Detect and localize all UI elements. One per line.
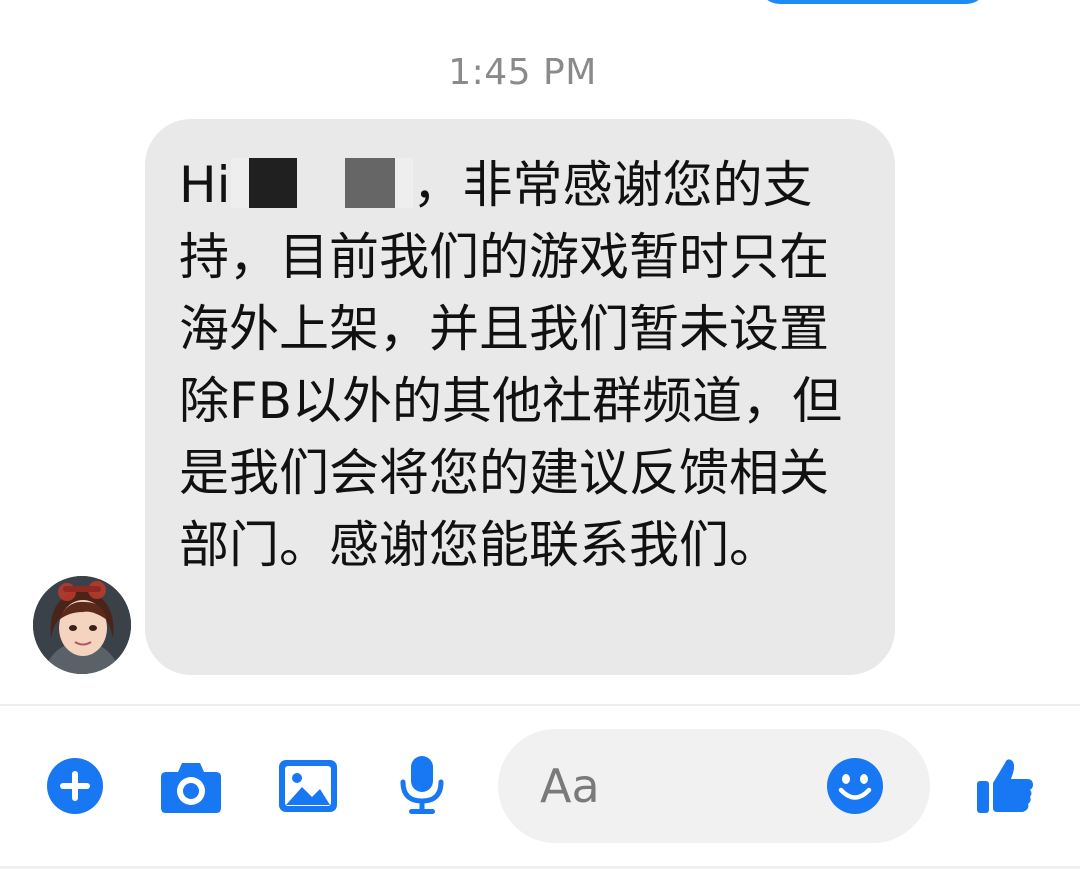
- thumbs-up-icon[interactable]: [975, 755, 1035, 815]
- message-body: 支持，目前我们的游戏暂时只在海外上架，并且我们暂未设置除FB以外的其他社群频道，…: [179, 156, 843, 574]
- plus-circle-icon[interactable]: [46, 757, 104, 815]
- greeting-suffix: ，非常感谢您的: [412, 156, 763, 214]
- image-icon[interactable]: [278, 759, 338, 813]
- message-timestamp: 1:45 PM: [448, 52, 597, 93]
- incoming-message-bubble[interactable]: Hi ，非常感谢您的支持，目前我们的游戏暂时只在海外上架，并且我们暂未设置除FB以…: [145, 119, 895, 675]
- composer-divider: [0, 704, 1080, 706]
- microphone-icon[interactable]: [398, 755, 446, 815]
- redacted-name-block: [248, 158, 297, 208]
- message-input[interactable]: Aa: [498, 729, 930, 843]
- redacted-name-block: [344, 158, 395, 208]
- smiley-icon[interactable]: [826, 757, 884, 815]
- greeting-prefix: Hi: [179, 156, 231, 214]
- redacted-name-block: [230, 158, 249, 208]
- redaction-gap: [297, 158, 345, 208]
- message-text: Hi ，非常感谢您的支持，目前我们的游戏暂时只在海外上架，并且我们暂未设置除FB以…: [179, 149, 855, 581]
- previous-message-bubble-edge: [758, 0, 988, 4]
- sender-avatar[interactable]: [33, 576, 131, 674]
- message-input-placeholder: Aa: [540, 759, 600, 813]
- redacted-name-block: [394, 158, 413, 208]
- camera-icon[interactable]: [160, 758, 222, 814]
